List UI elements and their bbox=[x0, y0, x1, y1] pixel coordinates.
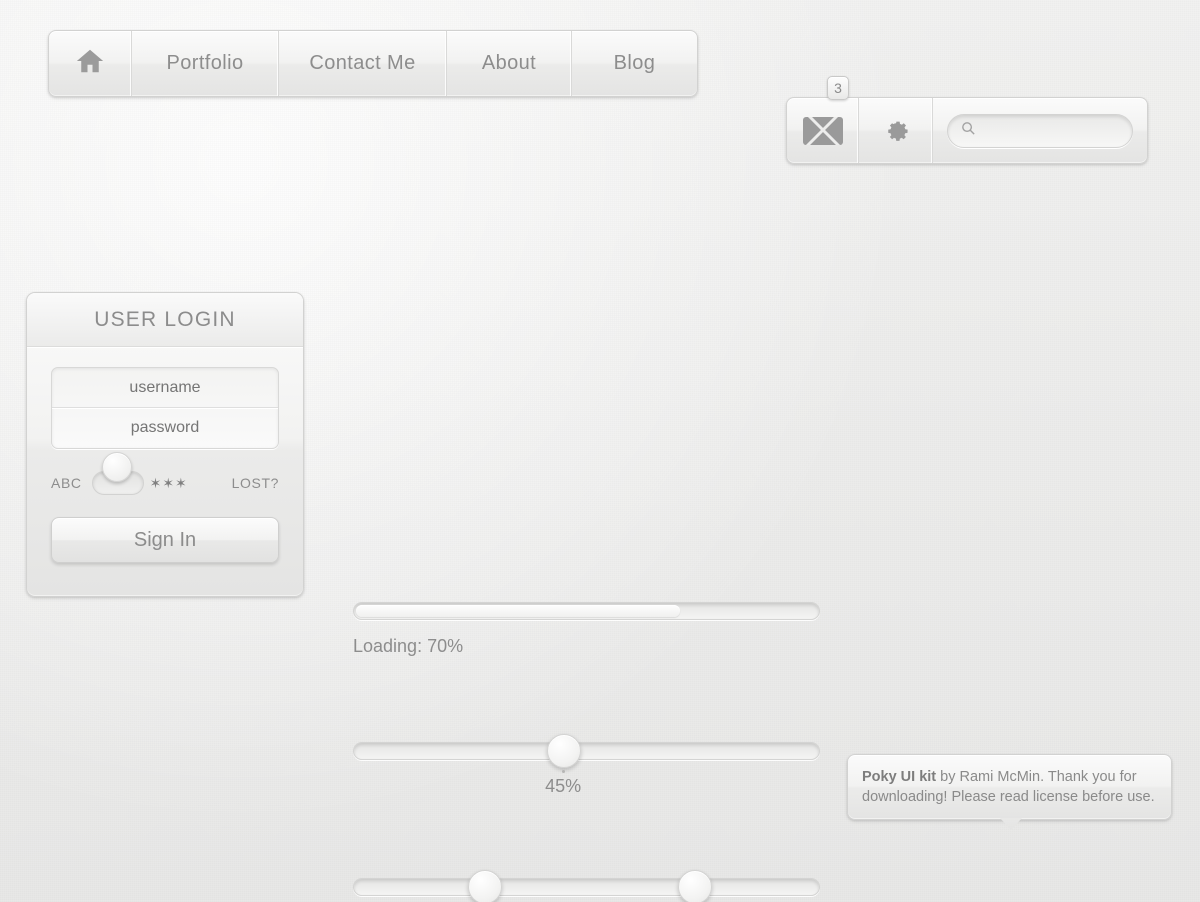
login-title: USER LOGIN bbox=[27, 293, 303, 347]
top-toolbar: 3 bbox=[786, 76, 1148, 164]
password-visibility-toggle[interactable] bbox=[91, 452, 144, 495]
nav-item-about[interactable]: About bbox=[447, 31, 572, 96]
nav-label: Blog bbox=[613, 52, 656, 74]
search-container bbox=[933, 98, 1147, 163]
nav-label: About bbox=[481, 52, 537, 74]
password-input[interactable] bbox=[52, 408, 278, 448]
user-login-panel: USER LOGIN ABC ✶✶✶ LOST? Sign In bbox=[26, 292, 304, 597]
loading-progress-group: Loading: 70% bbox=[353, 602, 820, 657]
sign-in-button[interactable]: Sign In bbox=[51, 517, 279, 563]
home-icon bbox=[75, 46, 105, 82]
search-input[interactable] bbox=[985, 122, 1120, 139]
mail-button[interactable]: 3 bbox=[787, 76, 859, 163]
loading-progress-fill bbox=[356, 605, 681, 617]
nav-label: Contact Me bbox=[309, 52, 416, 74]
info-tooltip: Poky UI kit by Rami McMin. Thank you for… bbox=[847, 754, 1172, 830]
lost-password-link[interactable]: LOST? bbox=[232, 475, 279, 491]
toggle-left-label: ABC bbox=[51, 475, 82, 491]
range-slider-track[interactable] bbox=[353, 870, 820, 902]
nav-item-contact-me[interactable]: Contact Me bbox=[279, 31, 447, 96]
main-navigation: Portfolio Contact Me About Blog bbox=[48, 30, 698, 97]
tooltip-tail bbox=[1000, 818, 1022, 830]
search-box[interactable] bbox=[947, 113, 1133, 148]
gear-icon bbox=[881, 113, 911, 148]
toggle-knob bbox=[101, 452, 132, 482]
loading-label: Loading: 70% bbox=[353, 636, 464, 656]
username-input[interactable] bbox=[52, 368, 278, 408]
mail-badge: 3 bbox=[827, 76, 849, 100]
tooltip-bold-text: Poky UI kit bbox=[862, 769, 937, 785]
range-slider-group: $145 $360 bbox=[353, 870, 820, 902]
settings-button[interactable] bbox=[859, 98, 933, 163]
nav-item-portfolio[interactable]: Portfolio bbox=[132, 31, 279, 96]
nav-home-button[interactable] bbox=[49, 31, 132, 96]
single-slider-track[interactable] bbox=[353, 734, 820, 768]
nav-label: Portfolio bbox=[166, 52, 244, 74]
envelope-icon bbox=[802, 116, 843, 145]
toggle-right-label: ✶✶✶ bbox=[149, 474, 188, 491]
tooltip-text: Poky UI kit by Rami McMin. Thank you for… bbox=[862, 767, 1157, 807]
nav-item-blog[interactable]: Blog bbox=[572, 31, 697, 96]
credentials-group bbox=[51, 367, 279, 449]
search-icon bbox=[960, 120, 977, 142]
single-slider-group: 45% bbox=[353, 734, 820, 798]
loading-progress-bar bbox=[353, 602, 820, 620]
login-options-row: ABC ✶✶✶ LOST? bbox=[51, 452, 279, 495]
single-slider-value: 45% bbox=[545, 776, 582, 796]
